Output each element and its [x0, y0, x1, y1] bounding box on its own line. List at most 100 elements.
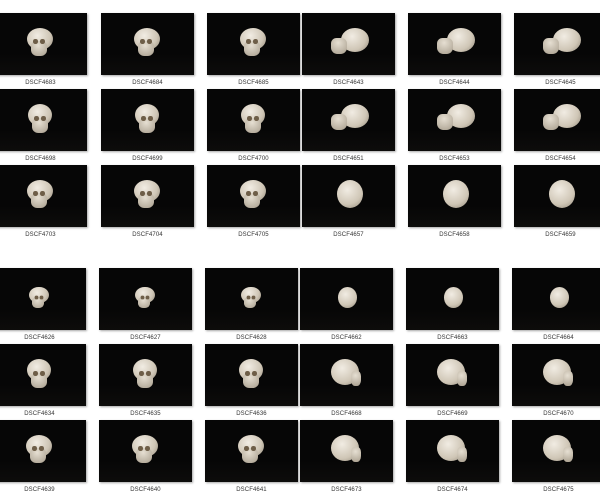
- skull-image: [130, 359, 160, 389]
- photo-thumbnail[interactable]: [408, 13, 501, 75]
- thumbnail-item[interactable]: DSCF4645: [514, 13, 600, 86]
- photo-thumbnail[interactable]: [101, 13, 194, 75]
- thumbnail-filename: DSCF4685: [238, 80, 269, 86]
- thumbnail-item[interactable]: DSCF4651: [302, 89, 395, 162]
- skull-image: [134, 286, 157, 310]
- photo-thumbnail[interactable]: [207, 89, 300, 151]
- photo-thumbnail[interactable]: [99, 420, 192, 482]
- photo-thumbnail[interactable]: [512, 268, 600, 330]
- thumbnail-item[interactable]: DSCF4654: [514, 89, 600, 162]
- photo-thumbnail[interactable]: [300, 268, 393, 330]
- thumbnail-item[interactable]: DSCF4670: [512, 344, 600, 417]
- photo-thumbnail[interactable]: [512, 420, 600, 482]
- thumbnail-item[interactable]: DSCF4685: [207, 13, 300, 86]
- thumbnail-item[interactable]: DSCF4668: [300, 344, 393, 417]
- photo-thumbnail[interactable]: [207, 13, 300, 75]
- photo-thumbnail[interactable]: [514, 13, 600, 75]
- photo-thumbnail[interactable]: [0, 344, 86, 406]
- thumbnail-item[interactable]: DSCF4636: [205, 344, 298, 417]
- photo-thumbnail[interactable]: [512, 344, 600, 406]
- thumbnail-item[interactable]: DSCF4643: [302, 13, 395, 86]
- thumbnail-filename: DSCF4683: [25, 80, 56, 86]
- thumbnail-item[interactable]: DSCF4705: [207, 165, 300, 238]
- photo-thumbnail[interactable]: [0, 89, 87, 151]
- thumbnail-item[interactable]: DSCF4659: [514, 165, 600, 238]
- photo-thumbnail[interactable]: [205, 344, 298, 406]
- thumbnail-item[interactable]: DSCF4683: [0, 13, 87, 86]
- photo-thumbnail[interactable]: [302, 165, 395, 227]
- photo-thumbnail[interactable]: [408, 89, 501, 151]
- thumbnail-item[interactable]: DSCF4662: [300, 268, 393, 341]
- photo-thumbnail[interactable]: [207, 165, 300, 227]
- skull-image: [333, 180, 363, 210]
- photo-thumbnail[interactable]: [300, 344, 393, 406]
- thumbnail-item[interactable]: DSCF4675: [512, 420, 600, 493]
- thumbnail-item[interactable]: DSCF4628: [205, 268, 298, 341]
- photo-thumbnail[interactable]: [205, 420, 298, 482]
- photo-thumbnail[interactable]: [0, 13, 87, 75]
- thumbnail-item[interactable]: DSCF4658: [408, 165, 501, 238]
- thumbnail-filename: DSCF4670: [543, 411, 574, 417]
- skull-image: [437, 104, 475, 134]
- photo-thumbnail[interactable]: [0, 268, 86, 330]
- thumbnail-filename: DSCF4627: [130, 335, 161, 341]
- thumbnail-filename: DSCF4640: [130, 487, 161, 493]
- thumbnail-item[interactable]: DSCF4684: [101, 13, 194, 86]
- photo-thumbnail[interactable]: [406, 268, 499, 330]
- photo-thumbnail[interactable]: [205, 268, 298, 330]
- thumbnail-filename: DSCF4658: [439, 232, 470, 238]
- thumbnail-item[interactable]: DSCF4657: [302, 165, 395, 238]
- thumbnail-item[interactable]: DSCF4653: [408, 89, 501, 162]
- thumbnail-item[interactable]: DSCF4703: [0, 165, 87, 238]
- thumbnail-item[interactable]: DSCF4663: [406, 268, 499, 341]
- photo-thumbnail[interactable]: [514, 165, 600, 227]
- thumbnail-filename: DSCF4675: [543, 487, 574, 493]
- skull-image: [547, 286, 570, 310]
- thumbnail-filename: DSCF4684: [132, 80, 163, 86]
- thumbnail-item[interactable]: DSCF4644: [408, 13, 501, 86]
- thumbnail-item[interactable]: DSCF4627: [99, 268, 192, 341]
- photo-thumbnail[interactable]: [0, 420, 86, 482]
- skull-image: [543, 28, 581, 58]
- photo-thumbnail[interactable]: [0, 165, 87, 227]
- thumbnail-item[interactable]: DSCF4634: [0, 344, 86, 417]
- thumbnail-filename: DSCF4639: [24, 487, 55, 493]
- photo-thumbnail[interactable]: [99, 268, 192, 330]
- skull-image: [543, 104, 581, 134]
- photo-thumbnail[interactable]: [99, 344, 192, 406]
- thumbnail-filename: DSCF4704: [132, 232, 163, 238]
- thumbnail-item[interactable]: DSCF4640: [99, 420, 192, 493]
- skull-image: [437, 435, 467, 465]
- photo-thumbnail[interactable]: [101, 165, 194, 227]
- skull-image: [24, 359, 54, 389]
- skull-image: [331, 104, 369, 134]
- thumbnail-item[interactable]: DSCF4700: [207, 89, 300, 162]
- skull-image: [238, 28, 268, 58]
- photo-thumbnail[interactable]: [302, 89, 395, 151]
- thumbnail-filename: DSCF4643: [333, 80, 364, 86]
- thumbnail-item[interactable]: DSCF4673: [300, 420, 393, 493]
- photo-thumbnail[interactable]: [406, 420, 499, 482]
- thumbnail-filename: DSCF4668: [331, 411, 362, 417]
- thumbnail-filename: DSCF4663: [437, 335, 468, 341]
- thumbnail-item[interactable]: DSCF4698: [0, 89, 87, 162]
- thumbnail-item[interactable]: DSCF4639: [0, 420, 86, 493]
- photo-thumbnail[interactable]: [302, 13, 395, 75]
- thumbnail-filename: DSCF4700: [238, 156, 269, 162]
- photo-thumbnail[interactable]: [101, 89, 194, 151]
- thumbnail-item[interactable]: DSCF4704: [101, 165, 194, 238]
- thumbnail-item[interactable]: DSCF4699: [101, 89, 194, 162]
- thumbnail-item[interactable]: DSCF4635: [99, 344, 192, 417]
- thumbnail-filename: DSCF4626: [24, 335, 55, 341]
- photo-thumbnail[interactable]: [514, 89, 600, 151]
- photo-thumbnail[interactable]: [408, 165, 501, 227]
- thumbnail-item[interactable]: DSCF4669: [406, 344, 499, 417]
- photo-thumbnail[interactable]: [300, 420, 393, 482]
- thumbnail-item[interactable]: DSCF4626: [0, 268, 86, 341]
- thumbnail-item[interactable]: DSCF4641: [205, 420, 298, 493]
- skull-image: [25, 28, 55, 58]
- thumbnail-item[interactable]: DSCF4664: [512, 268, 600, 341]
- thumbnail-item[interactable]: DSCF4674: [406, 420, 499, 493]
- photo-thumbnail[interactable]: [406, 344, 499, 406]
- thumbnail-filename: DSCF4674: [437, 487, 468, 493]
